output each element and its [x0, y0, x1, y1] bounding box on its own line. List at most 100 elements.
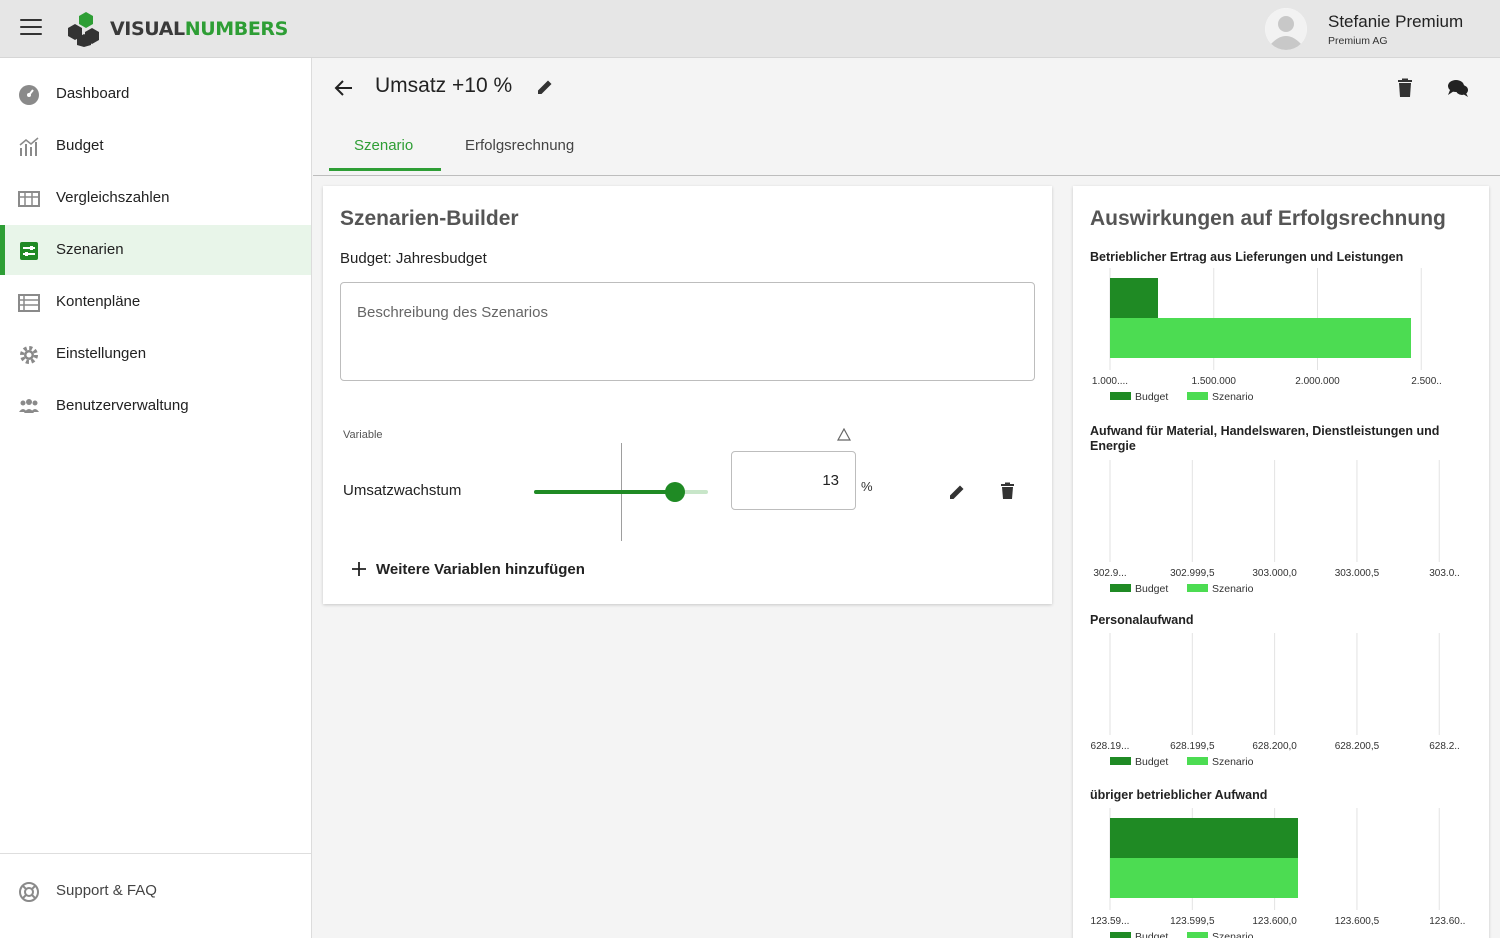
- delta-triangle-icon: [837, 428, 851, 441]
- chart-uebriger-aufwand: übriger betrieblicher Aufwand 123.59... 1…: [1073, 788, 1489, 938]
- sidebar-item-dashboard[interactable]: Dashboard: [0, 69, 311, 119]
- impact-card: Auswirkungen auf Erfolgsrechnung Betrieb…: [1073, 186, 1489, 938]
- scenario-sliders-icon: [20, 242, 38, 260]
- tick-label: 628.19...: [1091, 741, 1130, 752]
- list-icon: [18, 294, 40, 312]
- lifebuoy-icon: [19, 882, 39, 902]
- tab-szenario[interactable]: Szenario: [354, 137, 413, 154]
- support-faq-link[interactable]: Support & FAQ: [0, 866, 311, 916]
- variable-value-input[interactable]: [731, 451, 856, 510]
- tick-label: 628.199,5: [1170, 741, 1215, 752]
- sidebar-item-benutzerverwaltung[interactable]: Benutzerverwaltung: [0, 381, 311, 431]
- scenario-description-input[interactable]: [340, 282, 1035, 381]
- user-company: Premium AG: [1328, 35, 1388, 47]
- delete-variable-trash-icon[interactable]: [1000, 482, 1015, 500]
- logo-text-numbers: NUMBERS: [184, 18, 289, 40]
- app-logo[interactable]: VISUALNUMBERS: [66, 11, 288, 47]
- legend-swatch: [1187, 584, 1208, 592]
- sidebar-item-label: Einstellungen: [56, 345, 147, 362]
- sidebar-item-label: Kontenpläne: [56, 293, 141, 310]
- logo-hexagons-icon: [68, 12, 99, 47]
- edit-title-pencil-icon[interactable]: [536, 78, 554, 96]
- sidebar-item-einstellungen[interactable]: Einstellungen: [0, 329, 311, 379]
- legend-swatch: [1187, 757, 1208, 765]
- page-title: Umsatz +10 %: [375, 74, 513, 97]
- tick-label: 1.500.000: [1192, 376, 1237, 387]
- bar-szenario: [1110, 858, 1298, 898]
- delete-scenario-trash-icon[interactable]: [1396, 78, 1414, 98]
- chart-personalaufwand: Personalaufwand 628.19... 628.199,5 628.20…: [1073, 613, 1489, 778]
- legend-swatch: [1187, 392, 1208, 400]
- sidebar-item-label: Benutzerverwaltung: [56, 397, 189, 414]
- slider-thumb[interactable]: [664, 482, 685, 502]
- add-variable-label: Weitere Variablen hinzufügen: [376, 560, 585, 578]
- budget-label: Budget: Jahresbudget: [340, 250, 487, 267]
- menu-icon[interactable]: [20, 19, 42, 39]
- legend-swatch: [1110, 757, 1131, 765]
- chart-svg: 302.9... 302.999,5 303.000,0 303.000,5 303.0…: [1093, 460, 1460, 595]
- legend-label: Szenario: [1212, 391, 1254, 403]
- sidebar-item-vergleichszahlen[interactable]: Vergleichszahlen: [0, 173, 311, 223]
- add-variable-button[interactable]: Weitere Variablen hinzufügen: [351, 558, 585, 580]
- sidebar-item-label: Dashboard: [56, 85, 130, 102]
- bar-szenario: [1110, 318, 1411, 358]
- edit-variable-pencil-icon[interactable]: [948, 483, 966, 501]
- tick-label: 1.000....: [1092, 376, 1128, 387]
- tick-label: 123.59...: [1091, 916, 1130, 927]
- chart-svg: 1.000.... 1.500.000 2.000.000 2.500.. Budget…: [1092, 268, 1442, 403]
- tick-label: 303.000,5: [1335, 568, 1380, 579]
- chart-title: Betrieblicher Ertrag aus Lieferungen und…: [1090, 250, 1404, 264]
- variable-slider[interactable]: [534, 482, 708, 502]
- comments-chat-icon[interactable]: [1447, 78, 1469, 98]
- tick-label: 303.000,0: [1252, 568, 1297, 579]
- tick-label: 123.600,0: [1252, 916, 1297, 927]
- sidebar: Dashboard Budget Vergleichszahlen Szenar…: [0, 58, 312, 938]
- user-avatar-icon: [1265, 8, 1307, 50]
- sidebar-footer: Support & FAQ: [0, 853, 311, 938]
- table-icon: [18, 191, 40, 207]
- variable-unit: %: [861, 479, 873, 494]
- sidebar-item-label: Vergleichszahlen: [56, 189, 170, 206]
- impact-title: Auswirkungen auf Erfolgsrechnung: [1090, 207, 1446, 230]
- variable-column-header: Variable: [343, 429, 383, 441]
- users-icon: [19, 399, 39, 413]
- chart-aufwand-material: Aufwand für Material, Handelswaren, Dien…: [1073, 424, 1489, 604]
- dashboard-gauge-icon: [19, 85, 39, 105]
- legend-label: Budget: [1135, 931, 1168, 938]
- builder-title: Szenarien-Builder: [340, 207, 519, 230]
- sidebar-item-budget[interactable]: Budget: [0, 121, 311, 171]
- tick-label: 303.0..: [1429, 568, 1460, 579]
- support-label: Support & FAQ: [56, 882, 157, 899]
- tick-label: 628.200,5: [1335, 741, 1380, 752]
- tabs-divider: [313, 175, 1500, 176]
- back-arrow-icon[interactable]: [332, 76, 356, 100]
- legend-label: Budget: [1135, 391, 1168, 403]
- chart-svg: 628.19... 628.199,5 628.200,0 628.200,5 628.…: [1091, 633, 1460, 768]
- gear-icon: [20, 346, 38, 364]
- logo-text-visual: VISUAL: [110, 18, 185, 40]
- legend-label: Szenario: [1212, 583, 1254, 595]
- bar-budget: [1110, 278, 1158, 318]
- top-bar: VISUALNUMBERS Stefanie Premium Premium A…: [0, 0, 1500, 58]
- avatar[interactable]: [1265, 8, 1307, 50]
- bar-chart-icon: [19, 137, 39, 156]
- legend-label: Budget: [1135, 583, 1168, 595]
- tick-label: 2.000.000: [1295, 376, 1340, 387]
- legend-label: Szenario: [1212, 931, 1254, 938]
- active-tab-indicator: [329, 168, 441, 171]
- tick-label: 302.9...: [1093, 568, 1126, 579]
- sidebar-item-kontenplaene[interactable]: Kontenpläne: [0, 277, 311, 327]
- tick-label: 123.60..: [1429, 916, 1465, 927]
- legend-swatch: [1110, 584, 1131, 592]
- chart-title: Aufwand für Material, Handelswaren, Dien…: [1090, 424, 1440, 453]
- chart-svg: 123.59... 123.599,5 123.600,0 123.600,5 123.…: [1091, 808, 1465, 938]
- plus-icon: [352, 562, 366, 576]
- sidebar-item-szenarien[interactable]: Szenarien: [0, 225, 311, 275]
- chart-title: Personalaufwand: [1090, 613, 1194, 627]
- legend-label: Budget: [1135, 756, 1168, 768]
- legend-swatch: [1110, 392, 1131, 400]
- user-name[interactable]: Stefanie Premium: [1328, 12, 1463, 32]
- legend-label: Szenario: [1212, 756, 1254, 768]
- tab-erfolgsrechnung[interactable]: Erfolgsrechnung: [465, 137, 574, 154]
- tick-label: 2.500..: [1411, 376, 1442, 387]
